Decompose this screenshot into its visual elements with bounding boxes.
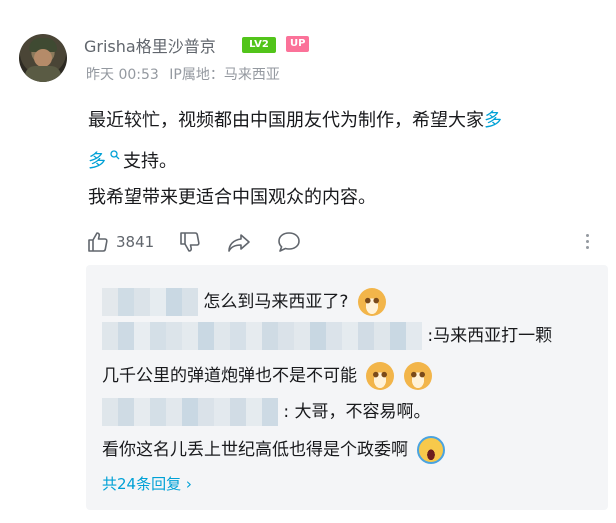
thumb-down-icon [178, 230, 202, 254]
like-button[interactable]: 3841 [86, 230, 154, 254]
redacted-username-1 [102, 288, 198, 316]
dog-emoji-icon [366, 362, 395, 390]
reply-5[interactable]: 看你这名儿丢上世纪高低也得是个政委啊 [102, 435, 446, 464]
comment-icon [276, 230, 302, 254]
reply-1[interactable]: 怎么到马来西亚了? [102, 287, 386, 316]
dog-emoji-icon [357, 288, 386, 316]
dislike-button[interactable] [178, 230, 202, 254]
like-count: 3841 [116, 233, 155, 251]
more-icon[interactable] [584, 232, 590, 252]
reply-2-text: :马来西亚打一颗 [427, 326, 553, 346]
avatar-body [25, 66, 61, 82]
comment-content: 最近较忙，视频都由中国朋友代为制作，希望大家多 多 支持。 我希望带来更适合中国… [88, 103, 593, 216]
up-badge: UP [286, 36, 310, 52]
search-link-part2[interactable]: 多 [88, 151, 106, 172]
share-button[interactable] [226, 230, 252, 254]
reply-5-text: 看你这名儿丢上世纪高低也得是个政委啊 [102, 440, 408, 460]
reply-count-label: 共24条回复 [102, 475, 182, 493]
level-badge: LV2 [242, 37, 276, 53]
reply-1-text: 怎么到马来西亚了? [203, 292, 349, 312]
crying-emoji-icon [417, 436, 446, 464]
dog-emoji-icon [403, 362, 432, 390]
reply-button[interactable] [276, 230, 302, 254]
comment-text-2: 支持。 [123, 151, 177, 172]
comment-line-3: 我希望带来更适合中国观众的内容。 [88, 187, 376, 208]
reply-2[interactable]: :马来西亚打一颗 [102, 321, 552, 350]
view-replies-link[interactable]: 共24条回复 › [102, 473, 192, 494]
avatar-face [34, 49, 52, 67]
username[interactable]: Grisha格里沙普京 [84, 33, 216, 57]
comment-text-1: 最近较忙，视频都由中国朋友代为制作，希望大家 [88, 110, 484, 131]
search-icon[interactable] [106, 150, 123, 163]
reply-3-text: 几千公里的弹道炮弹也不是不可能 [102, 366, 357, 386]
redacted-username-2 [102, 322, 422, 350]
share-icon [226, 230, 252, 254]
thumb-up-icon [86, 230, 110, 254]
comment-meta: 昨天 00:53 IP属地：马来西亚 [86, 64, 286, 84]
search-link-part1[interactable]: 多 [484, 110, 502, 131]
comment-line-2: 多 支持。 [88, 139, 593, 180]
redacted-username-3 [102, 398, 278, 426]
comment-line-1: 最近较忙，视频都由中国朋友代为制作，希望大家多 [88, 103, 593, 139]
comment-time: 昨天 00:53 [86, 67, 159, 83]
avatar[interactable] [19, 34, 67, 82]
reply-4-text: : 大哥，不容易啊。 [283, 402, 431, 422]
reply-3[interactable]: 几千公里的弹道炮弹也不是不可能 [102, 361, 432, 390]
reply-4[interactable]: : 大哥，不容易啊。 [102, 397, 431, 426]
ip-location: IP属地：马来西亚 [169, 67, 280, 83]
replies-panel: 怎么到马来西亚了? :马来西亚打一颗 几千公里的弹道炮弹也不是不可能 : 大哥，… [86, 265, 608, 510]
chevron-right-icon: › [185, 475, 192, 493]
action-bar: 3841 [86, 228, 326, 256]
